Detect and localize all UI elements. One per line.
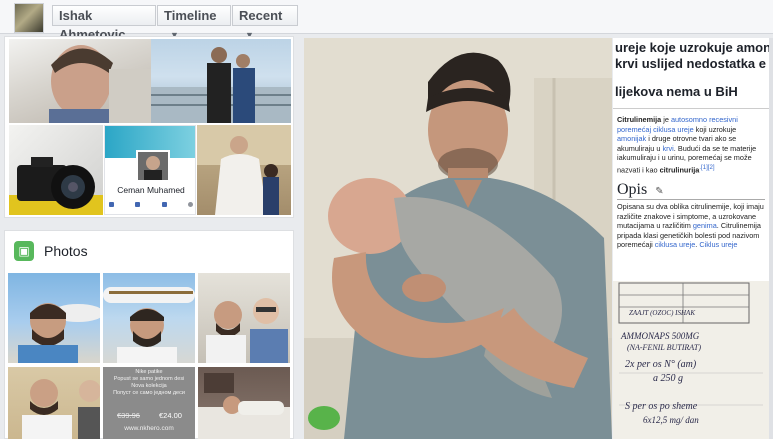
reference-link[interactable]: .[1][2] xyxy=(699,164,714,171)
advertisement-promo[interactable]: Nike patike Popust se samo jednom desi N… xyxy=(103,367,195,439)
promo-line: Попуст се само једном деси xyxy=(113,390,185,396)
edit-pencil-icon[interactable]: ✎ xyxy=(655,186,663,197)
profile-picture xyxy=(136,150,170,182)
medication-detail: (NA-FENIL BUTIRAT) xyxy=(627,343,701,352)
section-heading: Opis ✎ xyxy=(617,181,765,200)
heading-line: ureje koje uzrokuje amonija xyxy=(615,40,769,55)
camera-image xyxy=(9,157,103,215)
promo-new-price: €24.00 xyxy=(159,411,182,420)
dosage-line: 2x per os N° (am) xyxy=(625,359,697,370)
profile-name-button[interactable]: Ishak Ahmetovic xyxy=(52,5,156,42)
message-icon[interactable] xyxy=(135,202,141,207)
follow-icon[interactable] xyxy=(161,202,167,207)
profile-action-row xyxy=(109,202,193,210)
photo-thumbnail[interactable] xyxy=(9,39,151,123)
section-title: Opis xyxy=(617,180,648,198)
prescription-photo[interactable]: ZAAJT (OZOC) ISHAK AMMONAPS 500MG (NA-FE… xyxy=(613,281,769,439)
promo-line: Popust se samo jednom desi xyxy=(113,376,185,382)
photo-thumbnail[interactable] xyxy=(8,273,100,363)
recent-dropdown[interactable]: Recent▼ xyxy=(232,5,298,40)
photos-icon: ▣ xyxy=(14,241,34,261)
article-paragraph: Opisana su dva oblika citrulinemije, koj… xyxy=(613,202,769,250)
article-link[interactable]: krvi xyxy=(662,144,673,153)
divider xyxy=(613,108,769,109)
man-portrait-image xyxy=(49,45,151,123)
heading-line: lijekova nema u BiH xyxy=(615,84,738,99)
top-navigation-bar: Ishak Ahmetovic Timeline▼ Recent▼ xyxy=(0,0,773,42)
two-men-selfie-image xyxy=(206,298,288,363)
promo-line: Nova kolekcija xyxy=(131,383,167,389)
main-photo-man-holding-baby[interactable] xyxy=(304,38,612,439)
two-men-photo-image xyxy=(22,379,100,439)
recent-label: Recent xyxy=(239,8,283,23)
timeline-dropdown[interactable]: Timeline▼ xyxy=(157,5,231,40)
heading-line: krvi uslijed nedostatka e xyxy=(615,56,767,71)
friends-grid-card: Ceman Muhamed xyxy=(4,36,294,218)
friend-icon[interactable] xyxy=(109,202,114,207)
article-link[interactable]: ciklusa ureje xyxy=(655,240,696,249)
selfie-airplane-image xyxy=(103,287,195,363)
man-sitting-image xyxy=(197,125,291,215)
dosage-line: S per os po sheme xyxy=(625,401,698,412)
dosage-line: a 250 g xyxy=(653,373,683,384)
photo-thumbnail[interactable] xyxy=(197,125,291,215)
photo-thumbnail[interactable] xyxy=(198,367,290,439)
photo-thumbnail[interactable] xyxy=(9,125,103,215)
text: je xyxy=(661,115,671,124)
article-link[interactable]: genima xyxy=(693,221,717,230)
dosage-line: 6x12,5 mg/ dan xyxy=(643,415,699,425)
article-paragraph: Citrulinemija je autosomno recesivni por… xyxy=(613,115,769,175)
term-bold: Citrulinemija xyxy=(617,115,662,124)
patient-name: ZAAJT (OZOC) ISHAK xyxy=(629,309,695,317)
promo-text: Nike patike Popust se samo jednom desi N… xyxy=(103,369,195,397)
photo-thumbnail[interactable] xyxy=(8,367,100,439)
man-lying-image xyxy=(198,373,290,439)
photo-thumbnail[interactable] xyxy=(103,273,195,363)
medication-name: AMMONAPS 500MG xyxy=(621,331,700,341)
heading-line xyxy=(613,72,769,84)
profile-name-caption: Ceman Muhamed xyxy=(117,185,185,195)
man-holding-baby-image xyxy=(304,38,612,439)
photo-thumbnail[interactable] xyxy=(198,273,290,363)
article-link[interactable]: amonijak xyxy=(617,134,646,143)
promo-url: www.nkhero.com xyxy=(124,425,174,432)
wiki-article-screenshot[interactable]: ureje koje uzrokuje amonija krvi uslijed… xyxy=(613,38,769,286)
timeline-label: Timeline xyxy=(164,8,217,23)
photo-thumbnail[interactable] xyxy=(151,39,291,123)
more-icon[interactable] xyxy=(187,202,193,207)
text: koji uzrokuje xyxy=(693,124,737,134)
article-heading: ureje koje uzrokuje amonija krvi uslijed… xyxy=(613,38,769,100)
profile-avatar[interactable] xyxy=(14,3,44,33)
scrollbar[interactable] xyxy=(769,38,773,439)
selfie-airplane-image xyxy=(18,303,100,363)
photos-title[interactable]: Photos xyxy=(44,243,88,259)
profile-preview-card[interactable]: Ceman Muhamed xyxy=(104,125,196,215)
term-bold: citrulinurija xyxy=(659,165,700,175)
article-link[interactable]: Ciklus ureje xyxy=(699,240,737,249)
two-men-sea-image xyxy=(151,47,291,123)
promo-line: Nike patike xyxy=(135,369,163,375)
promo-old-price: €39.96 xyxy=(117,411,140,420)
